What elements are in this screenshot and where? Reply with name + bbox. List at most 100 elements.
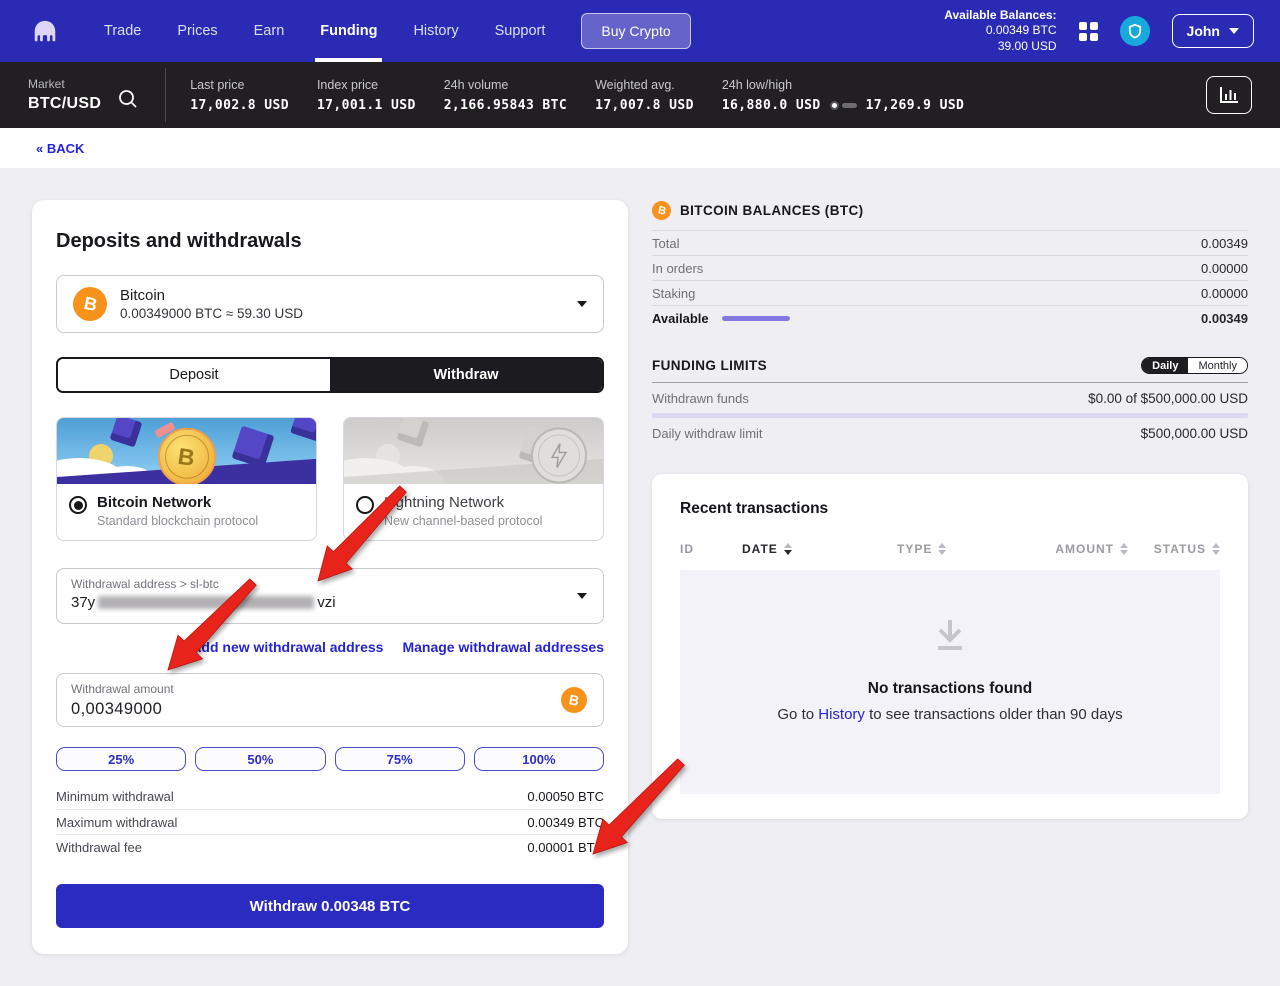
- download-icon: [930, 616, 970, 656]
- column-type[interactable]: TYPE: [897, 542, 968, 556]
- funding-limits-title: FUNDING LIMITS: [652, 358, 767, 373]
- nav-menu: Trade Prices Earn Funding History Suppor…: [86, 0, 563, 62]
- balances-label: Available Balances:: [944, 8, 1056, 24]
- stat-label: 24h low/high: [722, 78, 964, 92]
- column-amount[interactable]: AMOUNT: [968, 542, 1128, 556]
- percent-100-button[interactable]: 100%: [474, 747, 604, 771]
- address-suffix: vzi: [317, 594, 335, 611]
- market-pair[interactable]: Market BTC/USD: [28, 77, 101, 113]
- network-desc: Standard blockchain protocol: [97, 514, 258, 528]
- buy-crypto-button[interactable]: Buy Crypto: [581, 13, 690, 49]
- balance-label: Total: [652, 236, 679, 251]
- nav-item-earn[interactable]: Earn: [236, 0, 303, 62]
- available-balances: Available Balances: 0.00349 BTC 39.00 US…: [944, 8, 1056, 55]
- apps-grid-icon[interactable]: [1079, 22, 1098, 41]
- stat-24h-low-high: 24h low/high 16,880.0 USD 17,269.9 USD: [722, 78, 964, 113]
- withdrawal-address-dropdown[interactable]: Withdrawal address > sl-btc 37y vzi: [56, 568, 604, 624]
- balance-usd: 39.00 USD: [944, 39, 1056, 55]
- withdraw-panel: Deposits and withdrawals B Bitcoin 0.003…: [32, 200, 628, 954]
- empty-text-after: to see transactions older than 90 days: [865, 706, 1123, 723]
- empty-state-text: Go to History to see transactions older …: [777, 706, 1122, 723]
- nav-item-funding[interactable]: Funding: [302, 0, 395, 62]
- info-value: 0.00001 BTC: [527, 840, 604, 855]
- nav-item-prices[interactable]: Prices: [159, 0, 235, 62]
- tab-withdraw[interactable]: Withdraw: [330, 359, 602, 391]
- chevron-down-icon: [577, 593, 587, 599]
- manage-withdrawal-addresses-link[interactable]: Manage withdrawal addresses: [402, 639, 604, 655]
- stat-index-price: Index price 17,001.1 USD: [317, 78, 416, 113]
- chevron-down-icon: [577, 301, 587, 307]
- limit-value: $500,000.00 USD: [1141, 426, 1248, 441]
- search-icon[interactable]: [117, 88, 139, 110]
- withdrawal-amount-input[interactable]: Withdrawal amount 0,00349000 B: [56, 673, 604, 727]
- min-withdrawal-row: Minimum withdrawal 0.00050 BTC: [56, 784, 604, 809]
- history-link[interactable]: History: [818, 706, 865, 723]
- tab-deposit[interactable]: Deposit: [58, 359, 330, 391]
- balance-value: 0.00349: [1201, 236, 1248, 251]
- balance-row-total: Total 0.00349: [652, 230, 1248, 255]
- stat-label: Index price: [317, 78, 416, 92]
- user-menu-button[interactable]: John: [1172, 14, 1254, 48]
- bitcoin-icon: B: [652, 201, 671, 220]
- nav-item-trade[interactable]: Trade: [86, 0, 159, 62]
- kraken-logo-icon[interactable]: [30, 16, 60, 46]
- network-name: Bitcoin Network: [97, 494, 258, 511]
- balance-value: 0.00000: [1201, 261, 1248, 276]
- back-link[interactable]: « BACK: [36, 141, 84, 156]
- chart-toggle-icon[interactable]: [1206, 76, 1252, 114]
- address-prefix: 37y: [71, 594, 95, 611]
- back-bar: « BACK: [0, 128, 1280, 168]
- balance-row-available: Available 0.00349: [652, 305, 1248, 330]
- balance-value: 0.00349: [1201, 311, 1248, 326]
- sort-icon: [784, 543, 792, 555]
- radio-lightning-network[interactable]: [356, 496, 374, 514]
- toggle-monthly[interactable]: Monthly: [1188, 358, 1247, 373]
- daily-withdraw-limit-row: Daily withdraw limit $500,000.00 USD: [652, 418, 1248, 448]
- lightning-network-illustration: [344, 418, 603, 484]
- toggle-daily[interactable]: Daily: [1142, 358, 1188, 373]
- address-redacted-blur: [98, 596, 314, 609]
- percent-50-button[interactable]: 50%: [195, 747, 325, 771]
- stat-value: 17,001.1 USD: [317, 98, 416, 113]
- percent-25-button[interactable]: 25%: [56, 747, 186, 771]
- withdrawal-amount-value: 0,00349000: [71, 700, 589, 719]
- info-label: Maximum withdrawal: [56, 815, 177, 830]
- market-label: Market: [28, 77, 101, 91]
- nav-item-support[interactable]: Support: [477, 0, 564, 62]
- asset-select-dropdown[interactable]: B Bitcoin 0.00349000 BTC ≈ 59.30 USD: [56, 275, 604, 333]
- stat-weighted-avg: Weighted avg. 17,007.8 USD: [595, 78, 694, 113]
- lightning-coin-icon: [531, 427, 587, 483]
- withdrawal-amount-label: Withdrawal amount: [71, 682, 589, 696]
- withdrawal-fee-row: Withdrawal fee 0.00001 BTC: [56, 834, 604, 859]
- stat-value: 17,007.8 USD: [595, 98, 694, 113]
- network-card-bitcoin[interactable]: B Bitcoin Network Standard blockchain pr…: [56, 417, 317, 541]
- column-date[interactable]: DATE: [742, 542, 897, 556]
- available-progress-bar: [722, 316, 790, 321]
- balance-row-in-orders: In orders 0.00000: [652, 255, 1248, 280]
- withdraw-submit-button[interactable]: Withdraw 0.00348 BTC: [56, 884, 604, 928]
- gold-bitcoin-coin: B: [158, 428, 216, 484]
- nav-item-label: Funding: [320, 23, 377, 39]
- daily-monthly-toggle: Daily Monthly: [1141, 357, 1248, 374]
- column-id[interactable]: ID: [680, 542, 742, 556]
- network-card-lightning[interactable]: Lightning Network New channel-based prot…: [343, 417, 604, 541]
- balance-btc: 0.00349 BTC: [944, 23, 1056, 39]
- nav-item-label: Support: [495, 23, 546, 39]
- empty-state-title: No transactions found: [868, 680, 1032, 698]
- recent-transactions-card: Recent transactions ID DATE TYPE AMOUNT …: [652, 474, 1248, 819]
- balance-value: 0.00000: [1201, 286, 1248, 301]
- nav-item-label: Earn: [254, 23, 285, 39]
- nav-item-history[interactable]: History: [395, 0, 476, 62]
- asset-name: Bitcoin: [120, 287, 303, 304]
- percent-75-button[interactable]: 75%: [335, 747, 465, 771]
- add-withdrawal-address-link[interactable]: Add new withdrawal address: [191, 639, 383, 655]
- withdrawal-address-label: Withdrawal address > sl-btc: [71, 577, 589, 591]
- column-status[interactable]: STATUS: [1128, 542, 1220, 556]
- radio-bitcoin-network[interactable]: [69, 496, 87, 514]
- stat-label: Weighted avg.: [595, 78, 694, 92]
- network-desc: New channel-based protocol: [384, 514, 542, 528]
- security-shield-icon[interactable]: [1120, 16, 1150, 46]
- limit-label: Daily withdraw limit: [652, 426, 763, 441]
- nav-item-label: History: [413, 23, 458, 39]
- bitcoin-icon: B: [561, 687, 587, 713]
